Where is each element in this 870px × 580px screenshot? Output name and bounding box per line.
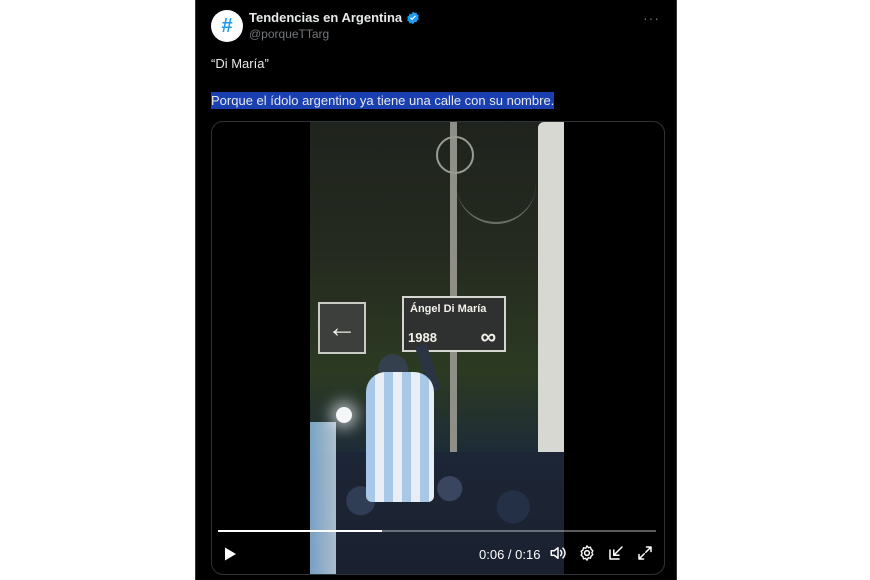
infinity-symbol: ∞ [480, 324, 496, 349]
more-options-icon[interactable]: ··· [643, 10, 660, 26]
tweet-text-line2-selected: Porque el ídolo argentino ya tiene una c… [211, 92, 555, 109]
avatar-glyph: # [221, 15, 233, 37]
author-handle[interactable]: @porqueTTarg [249, 27, 329, 41]
video-controls: 0:06 / 0:16 [212, 524, 664, 574]
arrow-sign: ← [318, 302, 366, 354]
verified-badge-icon [407, 11, 419, 24]
progress-fill [218, 530, 383, 532]
street-sign: Ángel Di María 1988 ∞ [402, 296, 506, 352]
phone-light [336, 407, 352, 423]
progress-bar[interactable] [218, 530, 656, 532]
time-display: 0:06 / 0:16 [479, 547, 541, 562]
avatar[interactable]: # [211, 10, 243, 42]
author-row: Tendencias en Argentina [249, 10, 420, 25]
street-sign-year: 1988 [408, 330, 437, 345]
video-player[interactable]: ← Ángel Di María 1988 ∞ 0:06 / 0:16 [211, 121, 665, 575]
cable [456, 182, 536, 224]
street-sign-name: Ángel Di María [410, 303, 487, 315]
gear-icon[interactable] [578, 544, 596, 562]
building-column [538, 122, 564, 452]
picture-in-picture-icon[interactable] [607, 544, 625, 562]
video-frame[interactable]: ← Ángel Di María 1988 ∞ [310, 122, 564, 574]
volume-icon[interactable] [549, 544, 567, 562]
play-icon[interactable] [222, 546, 238, 562]
arrow-left-icon: ← [327, 311, 357, 344]
fan-in-jersey [366, 372, 434, 502]
tweet-card: # Tendencias en Argentina @porqueTTarg ·… [195, 0, 677, 580]
fullscreen-icon[interactable] [636, 544, 654, 562]
street-lamp [436, 136, 474, 174]
author-name[interactable]: Tendencias en Argentina [249, 10, 402, 25]
tweet-text-line1: “Di María” [211, 56, 269, 71]
